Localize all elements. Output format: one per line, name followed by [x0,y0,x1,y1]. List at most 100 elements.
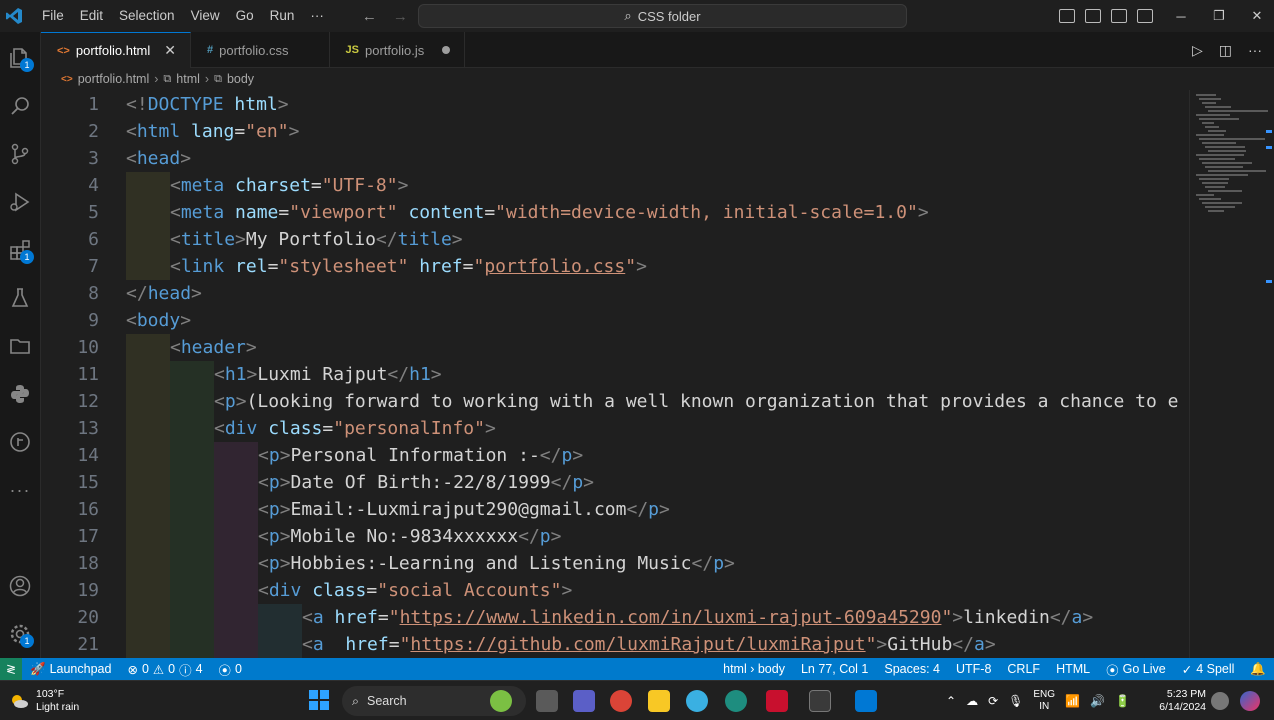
go-live-item[interactable]: ⦿ Go Live [1098,660,1174,679]
code-line[interactable]: 3 <head> [41,145,1189,172]
code-line[interactable]: 20 <a href="https://www.linkedin.com/in/l… [41,604,1189,631]
breadcrumb-body[interactable]: body [227,72,254,86]
battery-icon[interactable]: 🔋 [1115,694,1130,708]
git-history-icon[interactable] [6,428,34,456]
chrome-icon[interactable] [610,690,632,712]
code-line[interactable]: 6 <title>My Portfolio</title> [41,226,1189,253]
back-arrow-icon[interactable]: ← [362,8,377,25]
command-center[interactable]: ⌕ CSS folder [418,4,907,28]
close-window-icon[interactable]: ✕ [1238,8,1274,24]
tab-portfolio-js[interactable]: JS portfolio.js [330,32,466,68]
settings-tray-icon[interactable] [1211,692,1229,710]
menu-edit[interactable]: Edit [72,0,111,32]
language-indicator[interactable]: ENG IN [1033,689,1055,713]
encoding[interactable]: UTF-8 [948,662,999,676]
python-icon[interactable] [6,380,34,408]
edge-icon[interactable] [686,690,708,712]
explorer-icon[interactable]: 1 [6,44,34,72]
code-line[interactable]: 14 <p>Personal Information :-</p> [41,442,1189,469]
code-line[interactable]: 2 <html lang="en"> [41,118,1189,145]
code-line[interactable]: 9 <body> [41,307,1189,334]
windows-start-icon[interactable] [309,690,329,710]
menu-more[interactable]: ··· [302,0,332,32]
run-file-icon[interactable]: ▷ [1192,42,1203,59]
bell-icon[interactable]: 🔔 [1242,662,1274,677]
vertical-scrollbar[interactable] [1264,90,1274,658]
code-line[interactable]: 10 <header> [41,334,1189,361]
widgets-app-icon[interactable] [490,690,512,712]
menu-file[interactable]: File [34,0,72,32]
folder-icon[interactable] [6,332,34,360]
testing-flask-icon[interactable] [6,284,34,312]
code-line[interactable]: 16 <p>Email:-Luxmirajput290@gmail.com</p> [41,496,1189,523]
code-line[interactable]: 5 <meta name="viewport" content="width=de… [41,199,1189,226]
cursor-position[interactable]: Ln 77, Col 1 [793,662,876,676]
menu-run[interactable]: Run [262,0,303,32]
restore-icon[interactable]: ❐ [1200,8,1238,24]
code-line[interactable]: 18 <p>Hobbies:-Learning and Listening Mus… [41,550,1189,577]
unsaved-dot-icon[interactable] [442,46,451,54]
weather-widget[interactable]: 103°F Light rain [8,688,79,714]
microphone-icon[interactable]: 🎙 [1008,694,1023,708]
code-line[interactable]: 13 <div class="personalInfo"> [41,415,1189,442]
menu-view[interactable]: View [183,0,228,32]
launchpad-item[interactable]: 🚀 Launchpad [22,662,119,677]
spell-item[interactable]: ✓ 4 Spell [1174,662,1243,677]
vscode-taskbar-icon[interactable] [855,690,877,712]
code-line[interactable]: 8 </head> [41,280,1189,307]
task-view-icon[interactable] [536,690,558,712]
account-icon[interactable] [6,572,34,600]
wifi-icon[interactable]: 📶 [1065,694,1080,708]
network-drive-icon[interactable]: ☁ [966,694,978,708]
settings-gear-icon[interactable]: 1 [6,620,34,648]
tab-portfolio-css[interactable]: # portfolio.css [191,32,330,68]
more-actions-icon[interactable]: ··· [1248,42,1262,58]
teams-icon[interactable] [573,690,595,712]
code-line[interactable]: 11 <h1>Luxmi Rajput</h1> [41,361,1189,388]
clock[interactable]: 5:23 PM 6/14/2024 [1150,688,1206,714]
split-editor-icon[interactable]: ◫ [1219,42,1232,59]
minimap[interactable] [1189,90,1268,658]
breadcrumb-html[interactable]: html [176,72,200,86]
volume-icon[interactable]: 🔊 [1090,694,1105,708]
sync-icon[interactable]: ⟳ [988,694,998,708]
code-line[interactable]: 12 <p>(Looking forward to working with a … [41,388,1189,415]
indentation[interactable]: Spaces: 4 [876,662,948,676]
code-line[interactable]: 1 <!DOCTYPE html> [41,91,1189,118]
file-explorer-icon[interactable] [648,690,670,712]
store-icon[interactable] [809,690,831,712]
line-ending[interactable]: CRLF [999,662,1048,676]
forward-arrow-icon[interactable]: → [393,8,408,25]
ports-item[interactable]: ⦿ 0 [211,660,250,679]
code-line[interactable]: 7 <link rel="stylesheet" href="portfolio.… [41,253,1189,280]
chevron-up-icon[interactable]: ⌃ [946,694,956,708]
minimize-icon[interactable]: ─ [1162,9,1200,24]
code-line[interactable]: 15 <p>Date Of Birth:-22/8/1999</p> [41,469,1189,496]
customize-layout-icon[interactable] [1137,9,1153,23]
edge-dev-icon[interactable] [725,690,747,712]
breadcrumb-file[interactable]: portfolio.html [78,72,150,86]
tab-portfolio-html[interactable]: <> portfolio.html ✕ [41,32,192,68]
menu-selection[interactable]: Selection [111,0,183,32]
problems-item[interactable]: ⊗ 0 ⚠ 0 ⓘ 4 [119,660,210,679]
extensions-icon[interactable]: 1 [6,236,34,264]
status-breadcrumb[interactable]: html › body [715,662,793,676]
code-line[interactable]: 4 <meta charset="UTF-8"> [41,172,1189,199]
close-tab-icon[interactable]: ✕ [164,42,176,59]
copilot-icon[interactable] [1240,691,1260,711]
code-line[interactable]: 17 <p>Mobile No:-9834xxxxxx</p> [41,523,1189,550]
language-mode[interactable]: HTML [1048,662,1098,676]
menu-go[interactable]: Go [228,0,262,32]
code-line[interactable]: 21 <a href="https://github.com/luxmiRajpu… [41,631,1189,658]
mcafee-icon[interactable] [766,690,788,712]
search-view-icon[interactable] [6,92,34,120]
run-debug-icon[interactable] [6,188,34,216]
toggle-secondary-sidebar-icon[interactable] [1111,9,1127,23]
remote-icon[interactable]: ≷ [0,658,22,680]
toggle-sidebar-icon[interactable] [1059,9,1075,23]
source-control-icon[interactable] [6,140,34,168]
code-editor[interactable]: 1 <!DOCTYPE html> 2 <html lang="en"> 3 <head>… [41,90,1189,658]
toggle-panel-icon[interactable] [1085,9,1101,23]
code-line[interactable]: 19 <div class="social Accounts"> [41,577,1189,604]
more-views-icon[interactable]: ··· [6,476,34,504]
